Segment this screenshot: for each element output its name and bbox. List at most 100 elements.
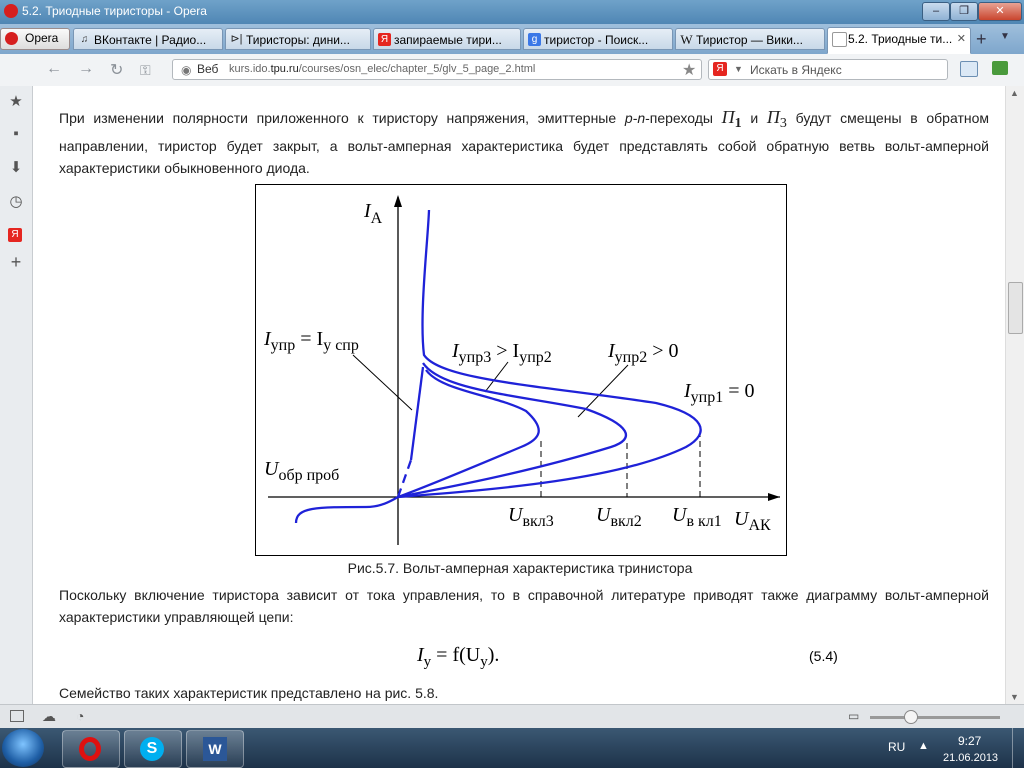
holding-current-label: Iупр = Iу спр bbox=[263, 328, 359, 354]
reload-icon[interactable]: ↻ bbox=[110, 60, 123, 80]
series-iupr2-label: Iупр2 > 0 bbox=[607, 340, 679, 366]
yandex-search-icon[interactable]: Я bbox=[713, 62, 727, 76]
show-desktop-button[interactable] bbox=[1012, 728, 1024, 768]
leader-holding bbox=[352, 354, 413, 411]
zoom-slider-thumb[interactable] bbox=[904, 710, 918, 724]
figure-caption: Рис.5.7. Вольт-амперная характеристика т… bbox=[347, 560, 693, 576]
tab-label: ВКонтакте | Радио... bbox=[94, 33, 207, 47]
music-note-icon: ♫ bbox=[80, 34, 89, 45]
formula-rhs-end: ). bbox=[487, 644, 500, 666]
start-button[interactable] bbox=[2, 729, 44, 767]
extension-icon[interactable] bbox=[992, 61, 1008, 75]
speed-dial-icon[interactable] bbox=[960, 61, 978, 77]
bookmark-star-icon[interactable]: ★ bbox=[682, 60, 696, 80]
paragraph-intro: При изменении полярности приложенного к … bbox=[59, 106, 989, 179]
diode-icon: ⊳| bbox=[230, 33, 243, 45]
clock-date[interactable]: 21.06.2013 bbox=[943, 752, 998, 764]
x-axis-label: UАК bbox=[734, 508, 771, 534]
series-iupr3-label: Iупр3 > Iупр2 bbox=[451, 340, 552, 366]
forward-arrow-icon[interactable]: → bbox=[78, 60, 94, 78]
figure-thyristor-iv: IА UАК Iупр = Iу спр Iупр3 > Iупр2 Iупр2… bbox=[255, 184, 787, 556]
text: -переходы bbox=[645, 110, 722, 126]
opera-menu-label: Opera bbox=[25, 31, 59, 45]
globe-icon: ◉ bbox=[181, 63, 192, 77]
scroll-thumb[interactable] bbox=[1008, 282, 1023, 334]
tab-label: Тиристоры: дини... bbox=[246, 33, 350, 47]
text: При изменении полярности приложенного к … bbox=[59, 110, 625, 126]
url-path: /courses/osn_elec/chapter_5/glv_5_page_2… bbox=[298, 63, 536, 75]
y-axis-label: IА bbox=[363, 200, 383, 227]
uon2-label: Uвкл2 bbox=[596, 504, 642, 530]
tab-vkontakte[interactable]: ♫ ВКонтакте | Радио... bbox=[73, 28, 223, 50]
tab-triode-thyristors[interactable]: 5.2. Триодные ти... ✕ bbox=[827, 27, 971, 54]
view-icon[interactable]: ▭ bbox=[848, 709, 859, 723]
search-engine-chevron-down-icon[interactable]: ▼ bbox=[734, 64, 743, 74]
vertical-scrollbar[interactable] bbox=[1005, 86, 1024, 704]
paragraph-family: Семейство таких характеристик представле… bbox=[59, 685, 439, 701]
breakdown-voltage-label: Uобр проб bbox=[264, 458, 339, 484]
language-indicator[interactable]: RU bbox=[888, 740, 905, 754]
taskbar-word[interactable]: W bbox=[186, 730, 244, 768]
cloud-icon[interactable]: ☁ bbox=[42, 708, 56, 725]
back-arrow-icon[interactable]: ← bbox=[46, 60, 62, 78]
text: и bbox=[741, 110, 767, 126]
history-clock-icon[interactable]: ◷ bbox=[8, 194, 24, 210]
leader-series3 bbox=[484, 361, 509, 393]
tray-expand-icon[interactable]: ▲ bbox=[918, 740, 929, 752]
pn-term: p-n bbox=[624, 110, 646, 126]
maximize-button[interactable]: ❐ bbox=[950, 2, 978, 21]
window-title: 5.2. Триодные тиристоры - Opera bbox=[22, 4, 207, 18]
tab-thyristors-dynistors[interactable]: ⊳| Тиристоры: дини... bbox=[225, 28, 371, 50]
downloads-icon[interactable]: ⬇ bbox=[8, 160, 24, 176]
straightened-characteristic-dashed bbox=[396, 459, 413, 498]
tab-yandex-search[interactable]: Я запираемые тири... bbox=[373, 28, 521, 50]
side-panel bbox=[0, 86, 33, 704]
bookmarks-star-icon[interactable]: ★ bbox=[8, 94, 24, 110]
reverse-branch-curve bbox=[294, 496, 399, 524]
taskbar-skype[interactable]: S bbox=[124, 730, 182, 768]
close-tab-icon[interactable]: ✕ bbox=[957, 28, 966, 50]
junction-p1-sub: 1 bbox=[734, 115, 742, 131]
skype-icon: S bbox=[140, 737, 164, 761]
formula-lhs: I bbox=[417, 644, 424, 666]
tab-menu-chevron-down-icon[interactable]: ▼ bbox=[1000, 31, 1010, 42]
formula-rhs: = f(U bbox=[431, 644, 481, 666]
page-content: При изменении полярности приложенного к … bbox=[33, 86, 1005, 704]
junction-p3-sub: 3 bbox=[779, 115, 787, 131]
formula: Iу = f(Uу). bbox=[417, 644, 499, 671]
paragraph-control: Поскольку включение тиристора зависит от… bbox=[59, 587, 989, 625]
panel-toggle-icon[interactable] bbox=[10, 710, 24, 722]
opera-logo-icon bbox=[4, 4, 18, 18]
tab-google-search[interactable]: g тиристор - Поиск... bbox=[523, 28, 673, 50]
formula-rhs-sub: у bbox=[480, 654, 488, 670]
uon3-label: Uвкл3 bbox=[508, 504, 554, 530]
taskbar-opera[interactable] bbox=[62, 730, 120, 768]
minimize-button[interactable]: – bbox=[922, 2, 950, 21]
page-icon bbox=[832, 32, 847, 47]
add-panel-icon[interactable]: + bbox=[8, 253, 24, 271]
notes-icon[interactable]: ▪ bbox=[8, 126, 24, 142]
uon1-label: Uв кл1 bbox=[672, 504, 722, 530]
speedometer-icon[interactable]: ◔ bbox=[76, 708, 84, 724]
opera-logo-icon bbox=[79, 737, 101, 761]
tab-label: тиристор - Поиск... bbox=[544, 33, 649, 47]
tab-label: Тиристор — Вики... bbox=[696, 33, 803, 47]
google-icon: g bbox=[528, 33, 541, 46]
url-host: kurs.ido. bbox=[229, 63, 271, 75]
opera-menu-button[interactable]: Opera bbox=[0, 28, 70, 50]
clock-time[interactable]: 9:27 bbox=[958, 734, 981, 748]
scroll-up-arrow-icon[interactable]: ▲ bbox=[1010, 88, 1019, 98]
url-text[interactable]: kurs.ido.tpu.ru/courses/osn_elec/chapter… bbox=[229, 63, 535, 75]
tab-label: 5.2. Триодные ти... bbox=[848, 32, 953, 46]
new-tab-icon[interactable]: + bbox=[976, 29, 987, 50]
url-domain: tpu.ru bbox=[270, 63, 299, 75]
scroll-down-arrow-icon[interactable]: ▼ bbox=[1010, 692, 1019, 702]
tab-wikipedia[interactable]: W Тиристор — Вики... bbox=[675, 28, 825, 50]
key-icon[interactable]: ⚿ bbox=[140, 62, 151, 79]
search-placeholder: Искать в Яндекс bbox=[750, 63, 842, 77]
close-button[interactable]: ✕ bbox=[978, 2, 1022, 21]
yandex-panel-icon[interactable]: Я bbox=[8, 228, 22, 242]
wikipedia-icon: W bbox=[680, 32, 693, 47]
zoom-slider[interactable] bbox=[870, 716, 1000, 719]
opera-logo-icon bbox=[5, 32, 18, 45]
